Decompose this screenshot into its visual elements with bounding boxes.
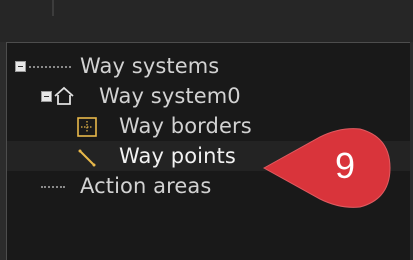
tree-item-label: Way system0	[99, 84, 241, 108]
tree-item-label: Way borders	[119, 114, 252, 138]
way-points-icon	[77, 148, 97, 168]
panel-header-strip	[0, 0, 413, 42]
tree-item-way-systems[interactable]: Way systems	[7, 51, 410, 81]
tree-item-way-system0[interactable]: Way system0	[7, 81, 410, 111]
tree-item-label: Action areas	[80, 174, 212, 198]
tree-connector	[41, 186, 65, 188]
home-icon	[53, 86, 75, 106]
expander-minus-icon[interactable]	[15, 61, 26, 72]
tree-item-label: Way systems	[80, 54, 220, 78]
tree-connector	[29, 66, 71, 68]
header-divider	[30, 0, 54, 16]
callout-number: 9	[334, 145, 356, 186]
expander-minus-icon[interactable]	[41, 91, 52, 102]
way-borders-icon	[77, 117, 97, 137]
tree-item-label: Way points	[119, 144, 236, 168]
